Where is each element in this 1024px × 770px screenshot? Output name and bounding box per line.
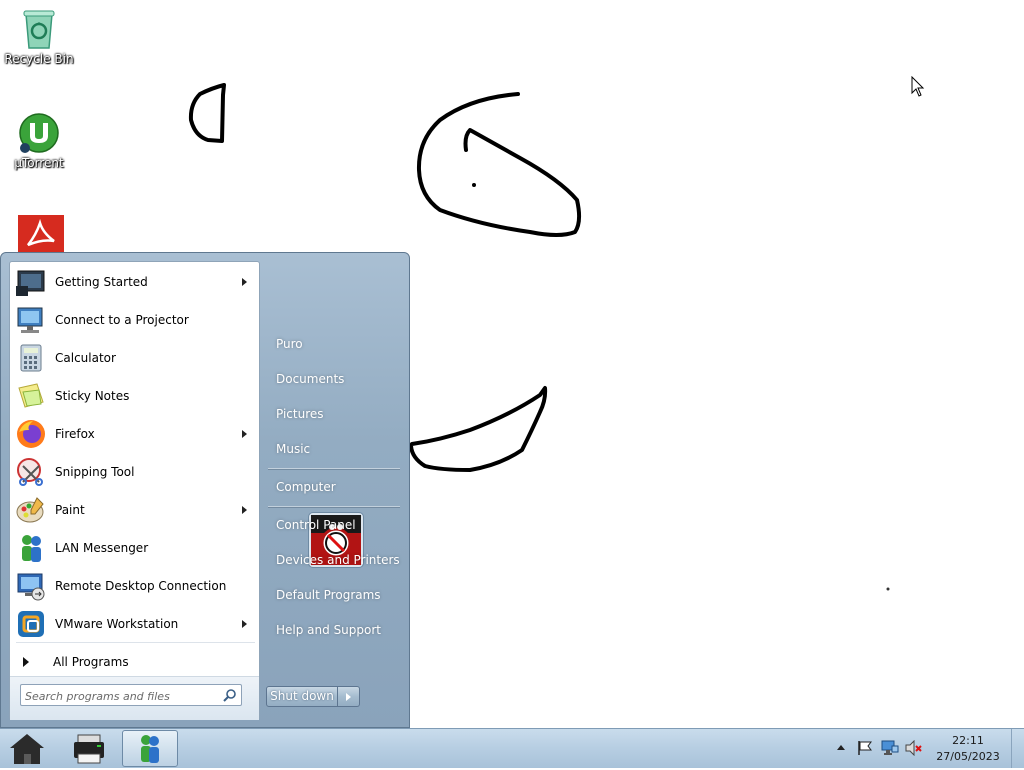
shutdown-options-button[interactable] xyxy=(338,686,360,707)
calculator-icon xyxy=(15,342,47,374)
program-snipping-tool[interactable]: Snipping Tool xyxy=(12,454,257,490)
drawing-stroke-3 xyxy=(409,386,548,472)
sticky-notes-icon xyxy=(15,380,47,412)
submenu-arrow-icon xyxy=(242,506,247,514)
drawing-stroke-2 xyxy=(416,92,582,237)
search-box[interactable] xyxy=(20,684,242,706)
show-desktop-button[interactable] xyxy=(1011,729,1024,768)
projector-icon xyxy=(15,304,47,336)
firefox-icon xyxy=(15,418,47,450)
taskbar-printer-button[interactable] xyxy=(62,730,118,767)
utorrent-icon xyxy=(18,112,60,154)
printer-icon xyxy=(74,734,104,764)
start-link-computer[interactable]: Computer xyxy=(268,474,402,500)
taskbar-home-button[interactable] xyxy=(0,730,56,767)
lan-messenger-icon xyxy=(141,735,159,763)
program-remote-desktop[interactable]: Remote Desktop Connection xyxy=(12,568,257,604)
program-vmware-workstation[interactable]: VMware Workstation xyxy=(12,606,257,642)
submenu-arrow-icon xyxy=(242,278,247,286)
snipping-tool-icon xyxy=(15,456,47,488)
desktop-icon-recycle-bin[interactable]: Recycle Bin xyxy=(1,8,77,66)
drawing-dot-1 xyxy=(472,183,476,187)
start-link-music[interactable]: Music xyxy=(268,436,402,462)
program-getting-started[interactable]: Getting Started xyxy=(12,264,257,300)
program-calculator[interactable]: Calculator xyxy=(12,340,257,376)
program-sticky-notes[interactable]: Sticky Notes xyxy=(12,378,257,414)
start-link-control-panel[interactable]: Control Panel xyxy=(268,512,402,538)
clock-time: 22:11 xyxy=(952,734,984,747)
network-icon[interactable] xyxy=(881,740,899,756)
system-clock[interactable]: 22:11 27/05/2023 xyxy=(930,733,1006,765)
all-programs-label: All Programs xyxy=(53,655,129,669)
right-divider xyxy=(268,468,400,469)
right-divider xyxy=(268,506,400,507)
action-center-flag-icon[interactable] xyxy=(857,740,873,756)
desktop-icon-label: Recycle Bin xyxy=(4,52,74,66)
paint-icon xyxy=(15,494,47,526)
programs-divider xyxy=(16,642,255,643)
start-link-help-support[interactable]: Help and Support xyxy=(268,617,402,643)
getting-started-icon xyxy=(15,266,47,298)
all-programs-button[interactable]: All Programs xyxy=(12,650,257,674)
desktop-icon-utorrent[interactable]: µTorrent xyxy=(1,112,77,170)
home-icon xyxy=(10,734,44,764)
show-hidden-icons-arrow[interactable] xyxy=(836,743,846,751)
program-lan-messenger[interactable]: LAN Messenger xyxy=(12,530,257,566)
start-link-default-programs[interactable]: Default Programs xyxy=(268,582,402,608)
program-firefox[interactable]: Firefox xyxy=(12,416,257,452)
desktop-icon-adobe-reader[interactable] xyxy=(1,215,77,253)
taskbar: 22:11 27/05/2023 xyxy=(0,728,1024,768)
shutdown-button[interactable]: Shut down xyxy=(266,686,338,707)
adobe-reader-icon xyxy=(18,215,64,253)
search-icon[interactable] xyxy=(223,688,237,702)
vmware-icon xyxy=(15,608,47,640)
lan-messenger-icon xyxy=(15,532,47,564)
remote-desktop-icon xyxy=(15,570,47,602)
submenu-arrow-icon xyxy=(242,430,247,438)
drawing-dot-2 xyxy=(886,587,890,591)
start-link-documents[interactable]: Documents xyxy=(268,366,402,392)
shutdown-arrow-icon xyxy=(346,693,351,701)
mouse-cursor xyxy=(911,76,925,97)
all-programs-arrow-icon xyxy=(23,657,29,667)
taskbar-lan-messenger-button[interactable] xyxy=(122,730,178,767)
start-link-devices-printers[interactable]: Devices and Printers xyxy=(268,547,402,573)
start-menu-programs-pane: Getting Started Connect to a Projector C… xyxy=(9,261,260,720)
recycle-bin-icon xyxy=(18,8,60,50)
program-connect-projector[interactable]: Connect to a Projector xyxy=(12,302,257,338)
search-input[interactable] xyxy=(23,686,217,706)
volume-muted-icon[interactable] xyxy=(905,740,923,756)
start-link-user[interactable]: Puro xyxy=(268,331,402,357)
clock-date: 27/05/2023 xyxy=(936,750,1000,763)
desktop-icon-label: µTorrent xyxy=(14,156,64,170)
drawing-stroke-1 xyxy=(188,83,226,143)
program-paint[interactable]: Paint xyxy=(12,492,257,528)
submenu-arrow-icon xyxy=(242,620,247,628)
start-link-pictures[interactable]: Pictures xyxy=(268,401,402,427)
